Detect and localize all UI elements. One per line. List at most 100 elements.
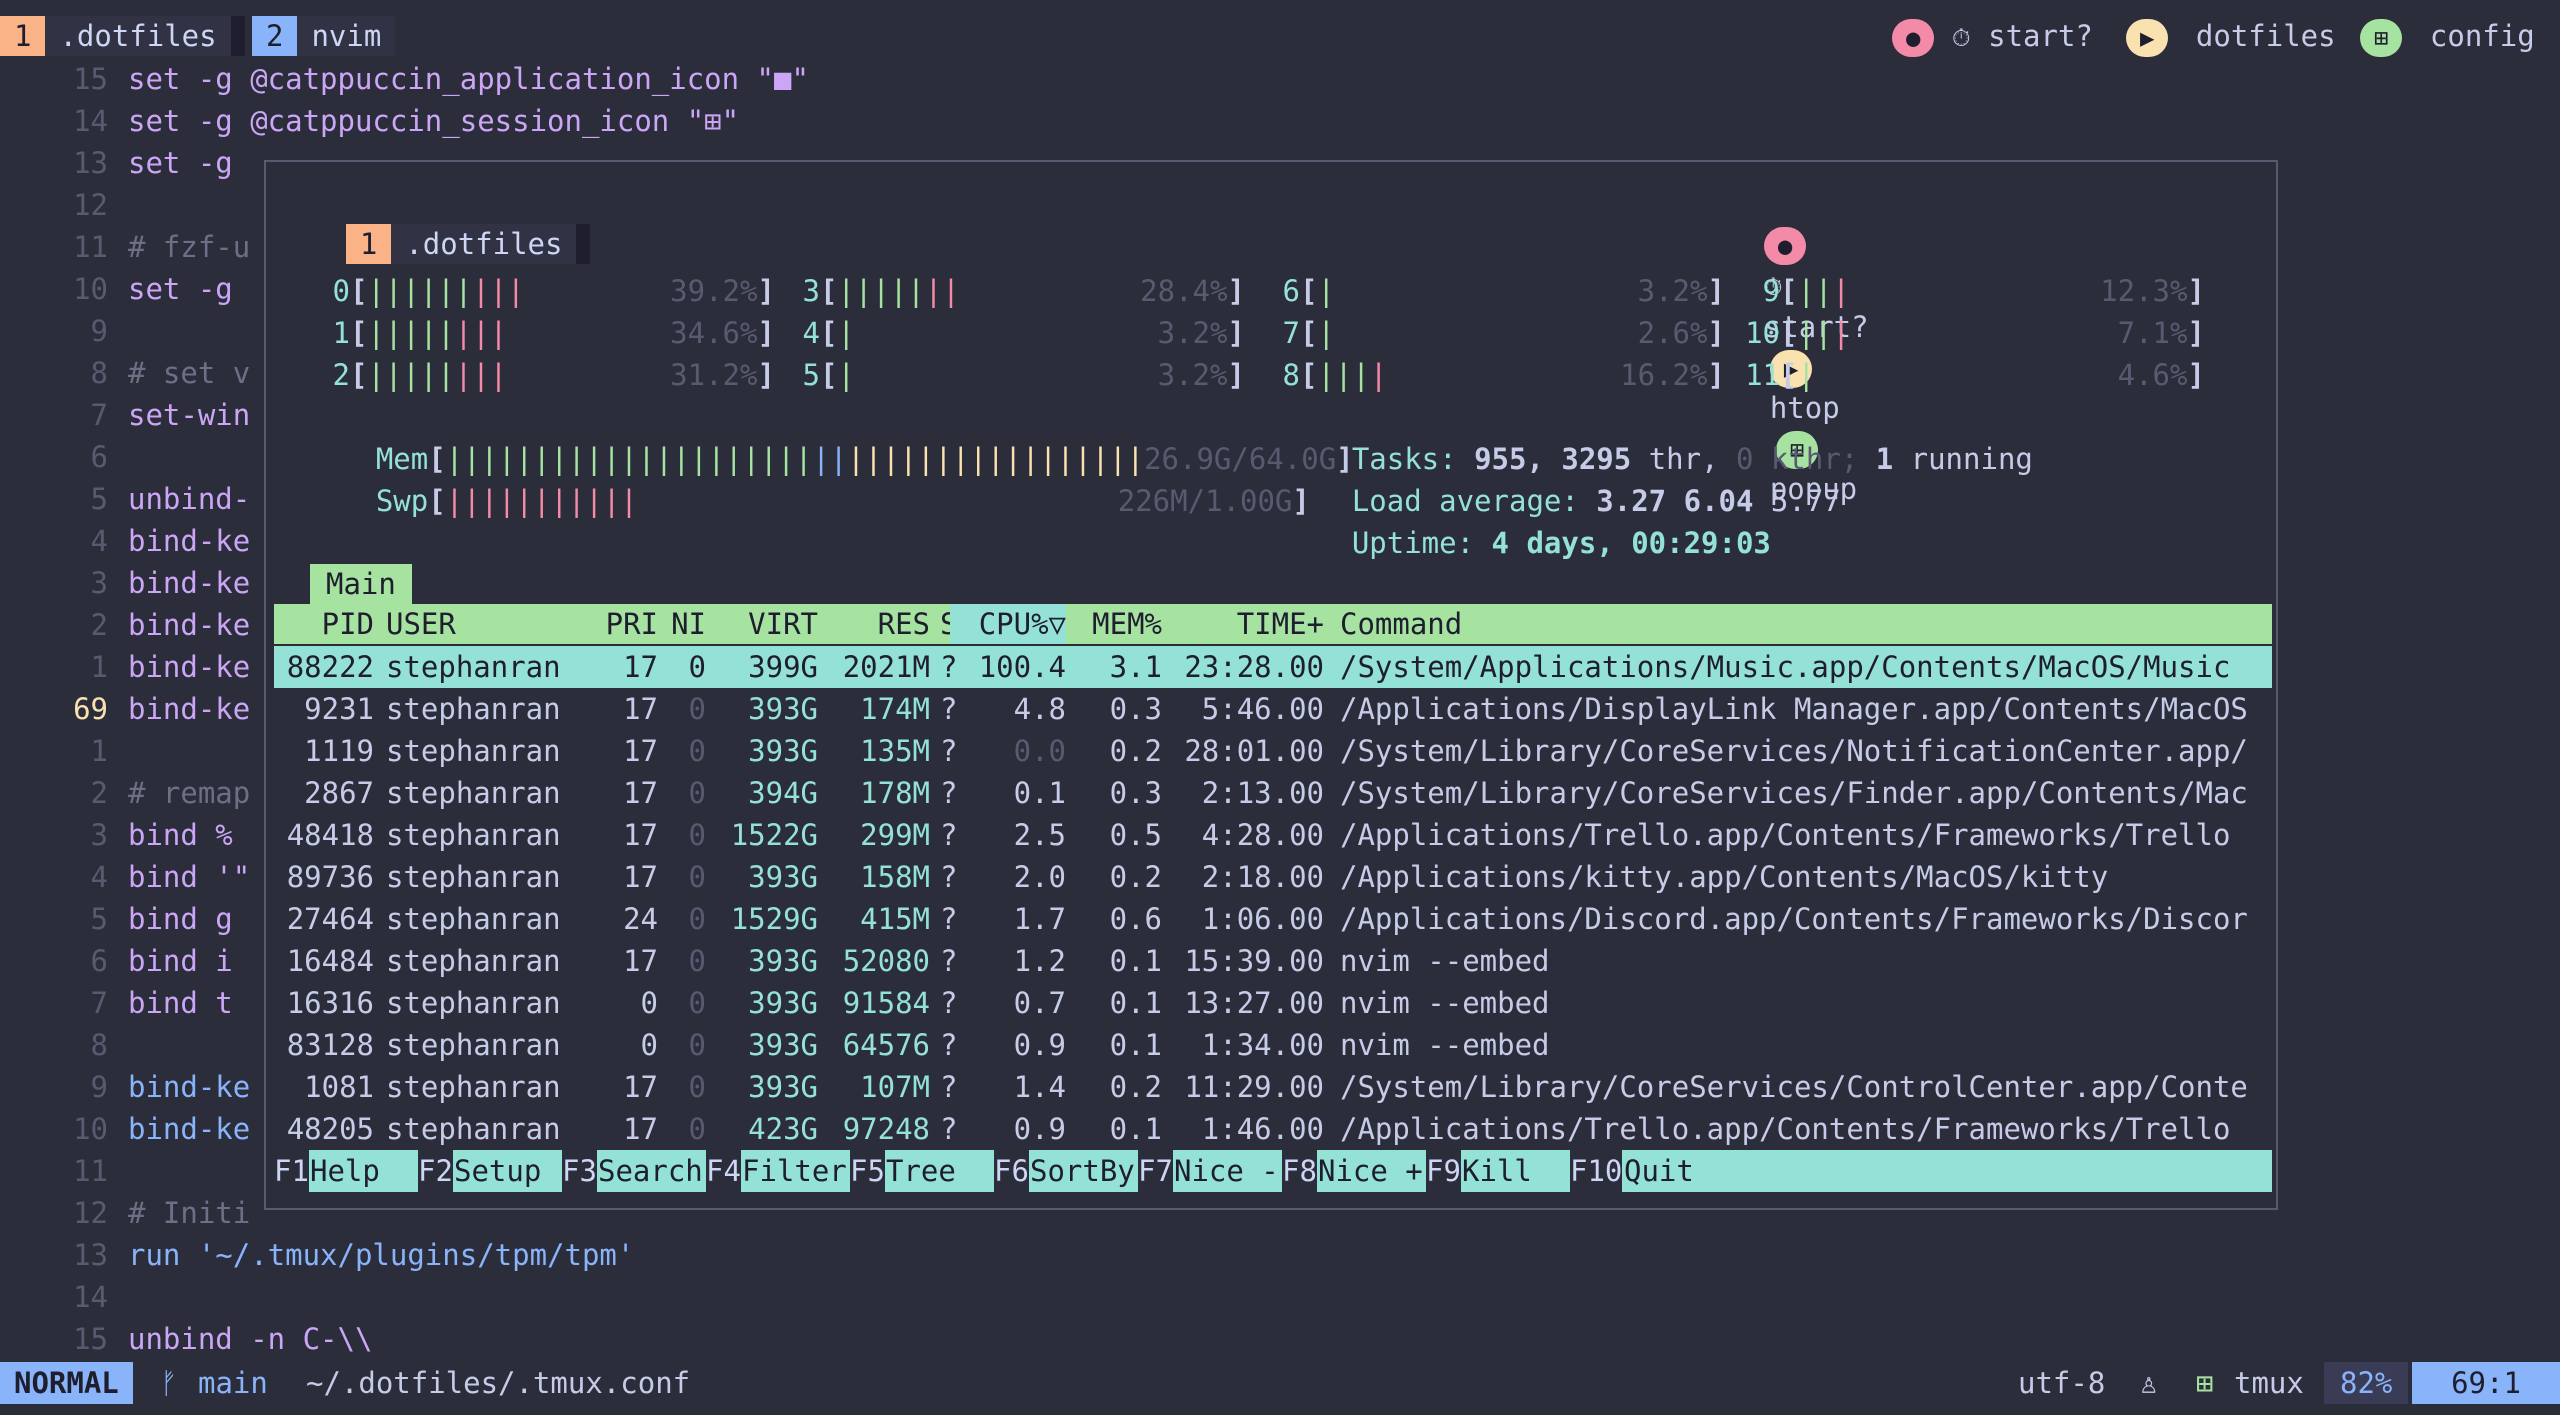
function-key-bar: F1 Help F2 Setup F3 Search F4 Filter F5 Tree F6 Sor…	[274, 1150, 2272, 1192]
process-row[interactable]: 48205 stephanran 17 0 423G 97248? 0.9 0.1 1:46.0…	[274, 1108, 2272, 1150]
process-row[interactable]: 27464 stephanran 24 0 1529G 415M? 1.7 0.6 1:06.0…	[274, 898, 2272, 940]
column-header-pri[interactable]: PRI	[574, 604, 658, 644]
fkey-f1[interactable]: F1	[274, 1150, 309, 1192]
column-header-virt[interactable]: VIRT	[706, 604, 818, 644]
line-code: bind '"	[128, 860, 251, 894]
column-header-pid[interactable]: PID	[274, 604, 374, 644]
fkey-f5[interactable]: F5	[850, 1150, 885, 1192]
editor-line[interactable]: 13 run '~/.tmux/plugins/tpm/tpm'	[0, 1234, 2560, 1276]
cell-mem: 0.3	[1109, 776, 1162, 810]
status-session-text: dotfiles	[2195, 19, 2336, 53]
cpu-bars-user: |||	[1317, 358, 1370, 392]
fkey-label-search[interactable]: Search	[598, 1150, 703, 1192]
popup-window-tab[interactable]: 1 .dotfiles	[276, 184, 591, 264]
fkey-label-tree[interactable]: Tree	[886, 1150, 956, 1192]
editor-line[interactable]: 14	[0, 1276, 2560, 1318]
fkey-label-sortby[interactable]: SortBy	[1030, 1150, 1135, 1192]
line-code: bind-ke	[128, 1070, 251, 1104]
process-row[interactable]: 88222 stephanran 17 0 399G 2021M? 100.4 3.1 23:2…	[274, 646, 2272, 688]
fkey-f7[interactable]: F7	[1138, 1150, 1173, 1192]
cell-cpu: 0.9	[1013, 1028, 1066, 1062]
cell-time: 2:13.00	[1201, 776, 1324, 810]
cpu-meter-1: 1[|||||||| 34.6%]	[296, 312, 775, 354]
fkey-f9[interactable]: F9	[1426, 1150, 1461, 1192]
cell-pid: 27464	[286, 902, 374, 936]
line-code: # remap	[128, 776, 251, 810]
cell-cpu: 1.4	[1013, 1070, 1066, 1104]
cell-s: ?	[940, 902, 958, 936]
line-code: set -g	[128, 272, 233, 306]
fkey-f4[interactable]: F4	[706, 1150, 741, 1192]
fkey-f10[interactable]: F10	[1570, 1150, 1623, 1192]
cell-user: stephanran	[386, 650, 561, 684]
status-session-segment: ▶ dotfiles	[2126, 16, 2336, 57]
cpu-bars-user: ||||||	[367, 274, 473, 308]
cpu-meter-11: 11[| 4.6%]	[1726, 354, 2205, 396]
grid-icon: ⊞	[2360, 19, 2403, 57]
cell-time: 11:29.00	[1184, 1070, 1324, 1104]
editor-line[interactable]: 14 set -g @catppuccin_session_icon "⊞"	[0, 100, 2560, 142]
cell-mem: 0.3	[1109, 692, 1162, 726]
column-header-mem[interactable]: MEM%	[1066, 604, 1162, 644]
cell-cmd: /Applications/kitty.app/Contents/MacOS/k…	[1340, 860, 2109, 894]
line-number: 14	[73, 104, 108, 138]
cpu-meter-10: 10[||| 7.1%]	[1726, 312, 2205, 354]
tab-main[interactable]: Main	[310, 564, 412, 604]
process-row[interactable]: 83128 stephanran 0 0 393G 64576? 0.9 0.1 1:34.00…	[274, 1024, 2272, 1066]
tmux-window-2[interactable]: 2 nvim	[252, 16, 396, 56]
process-row[interactable]: 89736 stephanran 17 0 393G 158M? 2.0 0.2 2:18.00…	[274, 856, 2272, 898]
cell-res: 158M	[860, 860, 930, 894]
column-header-cmd[interactable]: Command	[1340, 604, 2270, 644]
cell-res: 135M	[860, 734, 930, 768]
line-number: 1	[90, 734, 108, 768]
line-code: bind i	[128, 944, 233, 978]
process-row[interactable]: 1119 stephanran 17 0 393G 135M? 0.0 0.2 28:01.00…	[274, 730, 2272, 772]
cpu-bars-user: ||	[1797, 316, 1833, 350]
editor-line[interactable]: 15 set -g @catppuccin_application_icon "■…	[0, 58, 2560, 100]
process-row[interactable]: 2867 stephanran 17 0 394G 178M? 0.1 0.3 2:13.00 /…	[274, 772, 2272, 814]
process-row[interactable]: 16484 stephanran 17 0 393G 52080? 1.2 0.1 15:39.…	[274, 940, 2272, 982]
cell-pid: 16316	[286, 986, 374, 1020]
fkey-f6[interactable]: F6	[994, 1150, 1029, 1192]
htop-popup[interactable]: 1 .dotfiles ● ⏱ start? ▶ htop ⊞ popup 0[|…	[264, 160, 2278, 1210]
fkey-f3[interactable]: F3	[562, 1150, 597, 1192]
cpu-bars-user: |	[1797, 358, 1815, 392]
column-header-time[interactable]: TIME+	[1162, 604, 1324, 644]
process-row[interactable]: 16316 stephanran 0 0 393G 91584? 0.7 0.1 13:27.0…	[274, 982, 2272, 1024]
cell-s: ?	[940, 944, 958, 978]
line-number: 15	[73, 62, 108, 96]
line-number: 14	[73, 1280, 108, 1314]
fkey-label-help[interactable]: Help	[310, 1150, 380, 1192]
line-code: bind t	[128, 986, 233, 1020]
column-header-cpu[interactable]: CPU%▽	[950, 604, 1066, 644]
fkey-label-nice-[interactable]: Nice -	[1174, 1150, 1279, 1192]
process-row[interactable]: 48418 stephanran 17 0 1522G 299M? 2.5 0.5 4:28.0…	[274, 814, 2272, 856]
column-header-res[interactable]: RES	[818, 604, 930, 644]
fkey-label-quit[interactable]: Quit	[1624, 1150, 1694, 1192]
cpu-meter-8: 8[|||| 16.2%]	[1246, 354, 1725, 396]
column-header-user[interactable]: USER	[386, 604, 586, 644]
cell-pid: 89736	[286, 860, 374, 894]
fkey-label-kill[interactable]: Kill	[1462, 1150, 1532, 1192]
editor-line[interactable]: 15 unbind -n C-\\	[0, 1318, 2560, 1360]
fkey-f2[interactable]: F2	[418, 1150, 453, 1192]
cell-mem: 0.5	[1109, 818, 1162, 852]
column-header-ni[interactable]: NI	[658, 604, 706, 644]
fkey-label-filter[interactable]: Filter	[742, 1150, 847, 1192]
process-table-header: PID USER PRI NI VIRT RES S CPU%▽ MEM% TIME+ Comman…	[274, 604, 2272, 644]
tmux-window-1[interactable]: 1 .dotfiles	[0, 16, 245, 56]
cpu-bars-user: |||||	[367, 316, 455, 350]
fkey-f8[interactable]: F8	[1282, 1150, 1317, 1192]
cell-cpu: 2.5	[1013, 818, 1066, 852]
process-row[interactable]: 1081 stephanran 17 0 393G 107M? 1.4 0.2 11:29.00…	[274, 1066, 2272, 1108]
cell-cpu: 100.4	[978, 650, 1066, 684]
fkey-label-nice-[interactable]: Nice +	[1318, 1150, 1423, 1192]
process-row[interactable]: 9231 stephanran 17 0 393G 174M? 4.8 0.3 5:46.00 /…	[274, 688, 2272, 730]
cell-res: 174M	[860, 692, 930, 726]
fkey-label-setup[interactable]: Setup	[454, 1150, 541, 1192]
status-start-segment: ● ⏱ start?	[1892, 16, 2093, 57]
cell-cpu: 0.0	[1013, 734, 1066, 768]
cell-pri: 17	[623, 1070, 658, 1104]
window-name: .dotfiles	[391, 224, 577, 264]
uptime-value: 4 days, 00:29:03	[1491, 526, 1771, 560]
